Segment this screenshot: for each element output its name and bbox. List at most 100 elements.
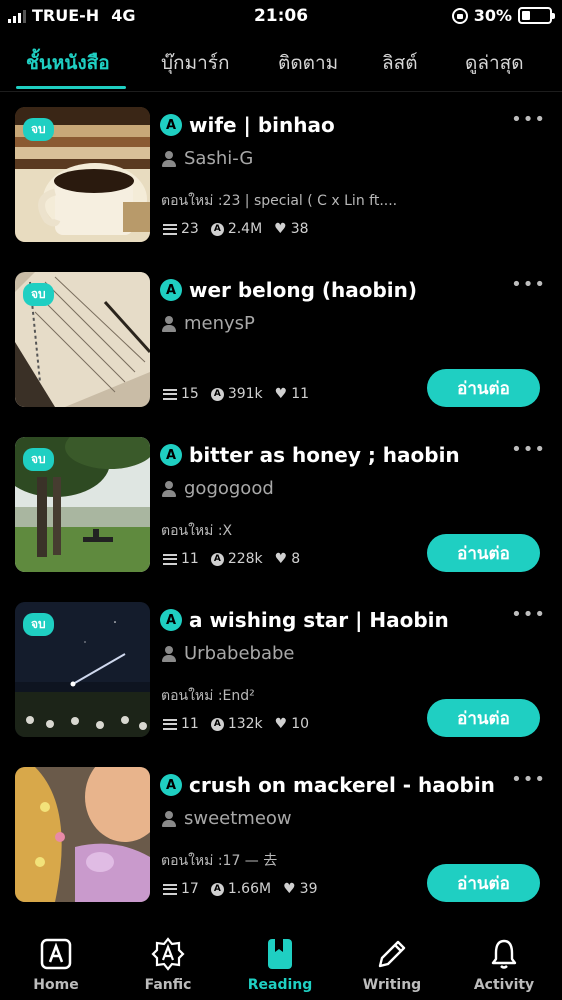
status-right: 30% bbox=[451, 6, 555, 25]
bookmark-book-icon bbox=[263, 937, 297, 971]
heart-icon: ♥ bbox=[274, 551, 288, 567]
heart-icon: ♥ bbox=[274, 716, 288, 732]
tab-recent[interactable]: ดูล่าสุด bbox=[465, 48, 524, 78]
story-item[interactable]: จบ A bitter as honey ; haobin gogogood ต… bbox=[0, 437, 562, 587]
likes-stat: ♥ 11 bbox=[275, 386, 309, 402]
reads-icon: A bbox=[210, 882, 224, 896]
story-author[interactable]: menysP bbox=[184, 313, 255, 334]
pencil-icon bbox=[375, 937, 409, 971]
reads-icon: A bbox=[210, 552, 224, 566]
nav-label: Home bbox=[33, 977, 79, 993]
story-title[interactable]: a wishing star | Haobin bbox=[189, 608, 449, 632]
story-cover[interactable]: จบ bbox=[15, 437, 150, 572]
reads-icon: A bbox=[210, 222, 224, 236]
more-options-icon[interactable]: ••• bbox=[511, 604, 546, 625]
story-author[interactable]: sweetmeow bbox=[184, 808, 292, 829]
continue-reading-button[interactable]: อ่านต่อ bbox=[427, 864, 540, 902]
user-icon bbox=[162, 645, 176, 662]
story-title-row[interactable]: A a wishing star | Haobin bbox=[160, 608, 449, 632]
story-title-row[interactable]: A crush on mackerel - haobin bbox=[160, 773, 495, 797]
chapters-stat: 17 bbox=[163, 881, 199, 897]
a-badge-icon: A bbox=[160, 774, 182, 796]
story-stats: 23 A 2.4M ♥ 38 bbox=[163, 221, 309, 237]
a-badge-icon: A bbox=[160, 114, 182, 136]
heart-icon: ♥ bbox=[274, 386, 288, 402]
more-options-icon[interactable]: ••• bbox=[511, 109, 546, 130]
story-item[interactable]: จบ A a wishing star | Haobin Urbabebabe … bbox=[0, 602, 562, 752]
nav-home[interactable]: Home bbox=[0, 937, 112, 993]
completed-badge: จบ bbox=[23, 448, 54, 471]
story-author[interactable]: gogogood bbox=[184, 478, 274, 499]
story-cover[interactable]: จบ bbox=[15, 272, 150, 407]
chapter-count: 11 bbox=[181, 551, 199, 567]
story-cover[interactable] bbox=[15, 767, 150, 902]
nav-fanfic[interactable]: Fanfic bbox=[112, 937, 224, 993]
likes-stat: ♥ 10 bbox=[275, 716, 309, 732]
rotation-lock-icon bbox=[451, 7, 468, 24]
user-icon bbox=[162, 315, 176, 332]
a-square-icon bbox=[39, 937, 73, 971]
continue-reading-button[interactable]: อ่านต่อ bbox=[427, 699, 540, 737]
bell-icon bbox=[487, 937, 521, 971]
like-count: 10 bbox=[291, 716, 310, 732]
more-options-icon[interactable]: ••• bbox=[511, 439, 546, 460]
story-author[interactable]: Urbabebabe bbox=[184, 643, 295, 664]
list-icon bbox=[163, 883, 177, 895]
read-count: 391k bbox=[227, 386, 263, 402]
story-title[interactable]: wer belong (haobin) bbox=[189, 278, 417, 302]
status-bar: TRUE-H 4G 21:06 30% bbox=[0, 0, 562, 32]
tab-following[interactable]: ติดตาม bbox=[278, 48, 338, 78]
story-item[interactable]: จบ A wer belong (haobin) menysP 15 A 391… bbox=[0, 272, 562, 422]
tab-bookmarks[interactable]: บุ๊กมาร์ก bbox=[161, 48, 229, 78]
nav-reading[interactable]: Reading bbox=[224, 937, 336, 993]
reads-icon: A bbox=[210, 387, 224, 401]
bottom-navigation: Home Fanfic Reading Writing Activity bbox=[0, 925, 562, 1000]
story-cover[interactable]: จบ bbox=[15, 602, 150, 737]
chapters-stat: 23 bbox=[163, 221, 199, 237]
more-options-icon[interactable]: ••• bbox=[511, 769, 546, 790]
story-stats: 11 A 228k ♥ 8 bbox=[163, 551, 300, 567]
active-tab-indicator bbox=[16, 86, 126, 89]
user-icon bbox=[162, 810, 176, 827]
likes-stat: ♥ 8 bbox=[275, 551, 300, 567]
story-latest-chapter: ตอนใหม่ :X bbox=[161, 523, 233, 539]
story-author-row[interactable]: Sashi-G bbox=[162, 148, 253, 169]
chapter-count: 11 bbox=[181, 716, 199, 732]
story-author-row[interactable]: Urbabebabe bbox=[162, 643, 295, 664]
story-author[interactable]: Sashi-G bbox=[184, 148, 253, 169]
likes-stat: ♥ 38 bbox=[274, 221, 308, 237]
reads-icon: A bbox=[210, 717, 224, 731]
story-cover[interactable]: จบ bbox=[15, 107, 150, 242]
story-item[interactable]: จบ A wife | binhao Sashi-G ตอนใหม่ :23 |… bbox=[0, 107, 562, 257]
list-icon bbox=[163, 223, 177, 235]
nav-writing[interactable]: Writing bbox=[336, 937, 448, 993]
more-options-icon[interactable]: ••• bbox=[511, 274, 546, 295]
story-author-row[interactable]: sweetmeow bbox=[162, 808, 292, 829]
story-stats: 17 A 1.66M ♥ 39 bbox=[163, 881, 317, 897]
story-title[interactable]: bitter as honey ; haobin bbox=[189, 443, 460, 467]
story-stats: 11 A 132k ♥ 10 bbox=[163, 716, 309, 732]
story-title[interactable]: crush on mackerel - haobin bbox=[189, 773, 495, 797]
continue-reading-button[interactable]: อ่านต่อ bbox=[427, 534, 540, 572]
story-title-row[interactable]: A wer belong (haobin) bbox=[160, 278, 417, 302]
nav-label: Writing bbox=[362, 977, 422, 993]
battery-percent: 30% bbox=[473, 6, 512, 25]
story-title-row[interactable]: A bitter as honey ; haobin bbox=[160, 443, 460, 467]
story-author-row[interactable]: menysP bbox=[162, 313, 255, 334]
read-count: 1.66M bbox=[227, 881, 272, 897]
completed-badge: จบ bbox=[23, 613, 54, 636]
nav-label: Fanfic bbox=[144, 977, 192, 993]
chapter-count: 17 bbox=[181, 881, 199, 897]
like-count: 8 bbox=[291, 551, 301, 567]
tab-lists[interactable]: ลิสต์ bbox=[382, 48, 418, 78]
story-author-row[interactable]: gogogood bbox=[162, 478, 274, 499]
story-title[interactable]: wife | binhao bbox=[189, 113, 335, 137]
story-title-row[interactable]: A wife | binhao bbox=[160, 113, 335, 137]
a-badge-icon: A bbox=[160, 279, 182, 301]
continue-reading-button[interactable]: อ่านต่อ bbox=[427, 369, 540, 407]
library-tabs: ชั้นหนังสือ บุ๊กมาร์ก ติดตาม ลิสต์ ดูล่า… bbox=[0, 40, 562, 92]
tab-bookshelf[interactable]: ชั้นหนังสือ bbox=[26, 48, 110, 78]
story-item[interactable]: A crush on mackerel - haobin sweetmeow ต… bbox=[0, 767, 562, 917]
read-count: 132k bbox=[227, 716, 263, 732]
nav-activity[interactable]: Activity bbox=[448, 937, 560, 993]
